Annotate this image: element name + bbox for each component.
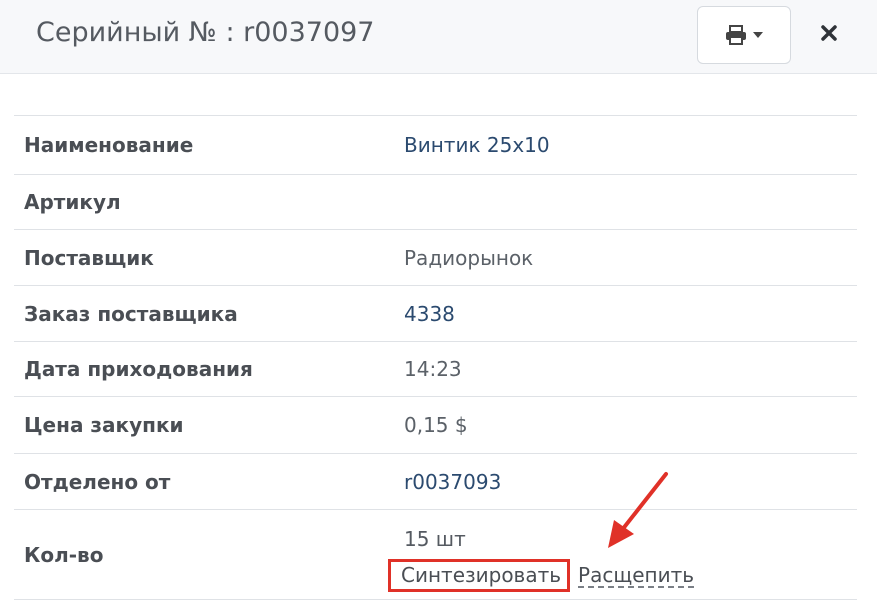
row-value-supplier: Радиорынок bbox=[394, 229, 857, 286]
modal-title: Серийный № : r0037097 bbox=[36, 17, 375, 48]
caret-down-icon bbox=[753, 32, 763, 38]
properties-table: Наименование Винтик 25x10 Артикул Постав… bbox=[14, 115, 857, 600]
row-value-supplier-order[interactable]: 4338 bbox=[394, 285, 857, 342]
modal-header: Серийный № : r0037097 bbox=[0, 0, 877, 74]
synthesize-link[interactable]: Синтезировать bbox=[388, 559, 571, 592]
table-row: Кол-во 15 шт Синтезировать Расщепить bbox=[14, 509, 857, 600]
split-link[interactable]: Расщепить bbox=[578, 565, 695, 588]
table-row: Артикул bbox=[14, 174, 857, 230]
row-label-supplier: Поставщик bbox=[14, 229, 394, 286]
row-value-receipt-date: 14:23 bbox=[394, 341, 857, 397]
table-row: Дата приходования 14:23 bbox=[14, 341, 857, 397]
row-label-quantity: Кол-во bbox=[14, 509, 394, 600]
row-value-article bbox=[394, 174, 857, 230]
table-row: Заказ поставщика 4338 bbox=[14, 285, 857, 342]
row-value-purchase-price: 0,15 $ bbox=[394, 396, 857, 454]
close-button[interactable] bbox=[812, 18, 846, 52]
printer-icon bbox=[725, 25, 747, 45]
row-label-name: Наименование bbox=[14, 115, 394, 175]
row-label-purchase-price: Цена закупки bbox=[14, 396, 394, 454]
row-label-article: Артикул bbox=[14, 174, 394, 230]
row-label-receipt-date: Дата приходования bbox=[14, 341, 394, 397]
table-row: Цена закупки 0,15 $ bbox=[14, 396, 857, 454]
annotation-arrow-icon bbox=[608, 472, 668, 548]
table-row: Поставщик Радиорынок bbox=[14, 229, 857, 286]
close-icon bbox=[821, 25, 837, 45]
row-label-supplier-order: Заказ поставщика bbox=[14, 285, 394, 342]
row-label-split-from: Отделено от bbox=[14, 453, 394, 510]
table-row: Отделено от r0037093 bbox=[14, 453, 857, 510]
quantity-actions: Синтезировать Расщепить bbox=[388, 559, 857, 592]
print-dropdown-button[interactable] bbox=[697, 6, 791, 64]
table-row: Наименование Винтик 25x10 bbox=[14, 115, 857, 175]
row-value-name[interactable]: Винтик 25x10 bbox=[394, 115, 857, 175]
